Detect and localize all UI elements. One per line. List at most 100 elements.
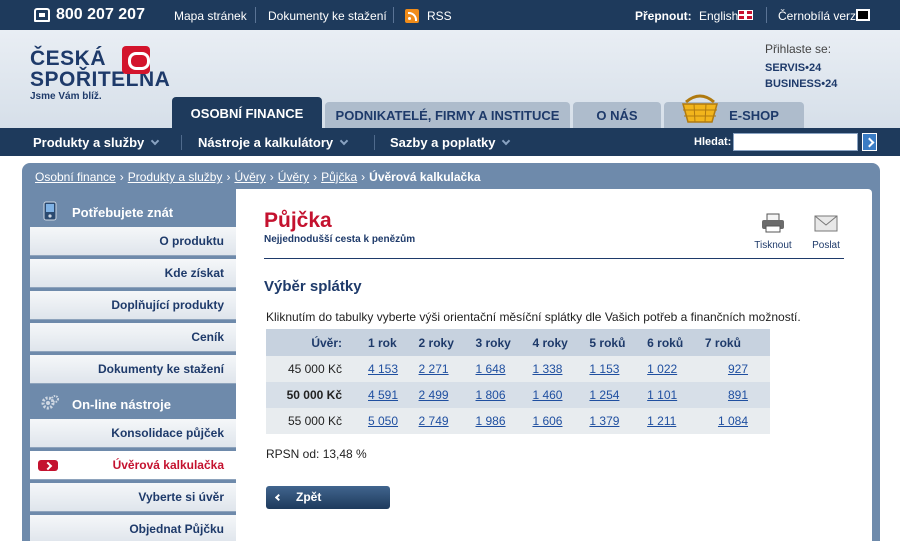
- breadcrumb-item[interactable]: Úvěry: [234, 170, 265, 184]
- print-button[interactable]: Tisknout: [753, 213, 793, 251]
- table-row: 50 000 Kč 4 591 2 499 1 806 1 460 1 254 …: [266, 382, 770, 408]
- uk-flag-icon[interactable]: [738, 10, 753, 20]
- rpsn-text: RPSN od: 13,48 %: [266, 447, 367, 461]
- loan-amount: 55 000 Kč: [266, 408, 356, 434]
- basket-icon[interactable]: [680, 94, 720, 124]
- chevron-down-icon: [502, 136, 511, 146]
- phone-text: 800 207 207: [56, 6, 145, 23]
- installment-link[interactable]: 4 153: [368, 362, 398, 376]
- divider: [374, 135, 375, 150]
- divider: [181, 135, 182, 150]
- breadcrumb: Osobní finance › Produkty a služby › Úvěry › Ú…: [35, 170, 481, 184]
- page-subtitle: Nejjednodušší cesta k penězům: [264, 234, 416, 245]
- site-header: ČESKÁ SPOŘITELNA Jsme Vám blíž. Přihlast…: [0, 30, 900, 130]
- arrow-right-icon: [38, 460, 58, 471]
- divider: [393, 7, 394, 23]
- installment-link[interactable]: 1 101: [647, 388, 677, 402]
- sidebar-section-header: Potřebujete znát: [30, 196, 236, 226]
- installment-link[interactable]: 1 211: [647, 414, 676, 428]
- table-header-row: Úvěr: 1 rok 2 roky 3 roky 4 roky 5 roků …: [266, 329, 770, 356]
- rss-link[interactable]: RSS: [427, 9, 452, 23]
- nav-sazby[interactable]: Sazby a poplatky: [390, 135, 511, 150]
- switch-label: Přepnout:: [635, 9, 692, 23]
- breadcrumb-arrow: ›: [119, 170, 124, 184]
- table-row: 45 000 Kč 4 153 2 271 1 648 1 338 1 153 …: [266, 356, 770, 382]
- installment-link[interactable]: 2 499: [419, 388, 449, 402]
- installment-link[interactable]: 1 379: [589, 414, 619, 428]
- gears-icon: [41, 395, 59, 410]
- logo-slogan: Jsme Vám blíž.: [30, 91, 102, 102]
- sidebar-item-dokumenty[interactable]: Dokumenty ke stažení: [30, 355, 236, 384]
- column-header: 2 roky: [406, 329, 464, 356]
- breadcrumb-item[interactable]: Půjčka: [321, 170, 357, 184]
- breadcrumb-item[interactable]: Osobní finance: [35, 170, 116, 184]
- breadcrumb-arrow: ›: [226, 170, 231, 184]
- installment-link[interactable]: 927: [728, 362, 748, 376]
- business24-link[interactable]: BUSINESS•24: [765, 78, 837, 90]
- sidebar-item-konsolidace[interactable]: Konsolidace půjček: [30, 419, 236, 448]
- sidebar-item-objednat[interactable]: Objednat Půjčku: [30, 515, 236, 541]
- installment-link[interactable]: 1 153: [589, 362, 619, 376]
- logo-s-icon: [122, 46, 150, 74]
- sidebar-section-title: On-line nástroje: [72, 397, 171, 412]
- nav-label: Sazby a poplatky: [390, 135, 496, 150]
- divider: [255, 7, 256, 23]
- installment-link[interactable]: 2 749: [419, 414, 449, 428]
- tab-podnikatele[interactable]: PODNIKATELÉ, FIRMY A INSTITUCE: [325, 102, 570, 130]
- sidebar-item-doplnujici[interactable]: Doplňující produkty: [30, 291, 236, 320]
- chevron-down-icon: [339, 136, 349, 146]
- installment-link[interactable]: 1 606: [532, 414, 562, 428]
- bw-version-link[interactable]: Černobílá verze: [778, 9, 863, 23]
- nav-label: Nástroje a kalkulátory: [198, 135, 334, 150]
- phone-icon: [34, 8, 50, 22]
- breadcrumb-arrow: ›: [361, 170, 366, 184]
- installment-link[interactable]: 891: [728, 388, 748, 402]
- tab-o-nas[interactable]: O NÁS: [573, 102, 661, 130]
- installment-link[interactable]: 1 648: [476, 362, 506, 376]
- nav-nastroje[interactable]: Nástroje a kalkulátory: [198, 135, 349, 150]
- installment-link[interactable]: 2 271: [419, 362, 449, 376]
- installment-link[interactable]: 1 254: [589, 388, 619, 402]
- top-bar: 800 207 207 Mapa stránek Dokumenty ke st…: [0, 0, 900, 30]
- divider: [766, 7, 767, 23]
- installment-link[interactable]: 1 460: [532, 388, 562, 402]
- installment-link[interactable]: 1 806: [476, 388, 506, 402]
- sidebar-section-title: Potřebujete znát: [72, 205, 174, 220]
- sidebar-item-cenik[interactable]: Ceník: [30, 323, 236, 352]
- rss-icon[interactable]: [405, 9, 419, 23]
- column-header: 3 roky: [463, 329, 521, 356]
- installment-link[interactable]: 1 338: [532, 362, 562, 376]
- back-button[interactable]: Zpět: [266, 486, 390, 509]
- english-link[interactable]: English: [699, 9, 738, 23]
- column-header: 6 roků: [635, 329, 693, 356]
- sidebar-item-vyberte-si[interactable]: Vyberte si úvěr: [30, 483, 236, 512]
- contrast-icon[interactable]: [856, 9, 870, 21]
- installment-link[interactable]: 1 986: [476, 414, 506, 428]
- sitemap-link[interactable]: Mapa stránek: [174, 9, 247, 23]
- search-label: Hledat:: [694, 136, 732, 148]
- tab-osobni-finance[interactable]: OSOBNÍ FINANCE: [172, 97, 322, 130]
- installment-link[interactable]: 4 591: [368, 388, 398, 402]
- back-label: Zpět: [296, 490, 322, 504]
- table-row: 55 000 Kč 5 050 2 749 1 986 1 606 1 379 …: [266, 408, 770, 434]
- nav-produkty[interactable]: Produkty a služby: [33, 135, 160, 150]
- send-button[interactable]: Poslat: [806, 213, 846, 251]
- loan-amount: 45 000 Kč: [266, 356, 356, 382]
- documents-link[interactable]: Dokumenty ke stažení: [268, 9, 387, 23]
- breadcrumb-item[interactable]: Úvěry: [278, 170, 309, 184]
- sidebar-item-label: Úvěrová kalkulačka: [112, 458, 224, 472]
- sidebar-item-o-produktu[interactable]: O produktu: [30, 227, 236, 256]
- servis24-link[interactable]: SERVIS•24: [765, 62, 837, 74]
- installment-link[interactable]: 1 084: [718, 414, 748, 428]
- search-submit-button[interactable]: [862, 133, 877, 151]
- search-input[interactable]: [733, 133, 858, 151]
- sidebar-item-kde-ziskat[interactable]: Kde získat: [30, 259, 236, 288]
- installment-link[interactable]: 5 050: [368, 414, 398, 428]
- column-header: 1 rok: [356, 329, 407, 356]
- sidebar-item-uverova-kalkulacka[interactable]: Úvěrová kalkulačka: [30, 451, 236, 480]
- installment-link[interactable]: 1 022: [647, 362, 677, 376]
- phone-number: 800 207 207: [34, 6, 145, 24]
- breadcrumb-arrow: ›: [269, 170, 274, 184]
- breadcrumb-item[interactable]: Produkty a služby: [128, 170, 223, 184]
- page-title: Půjčka: [264, 209, 332, 232]
